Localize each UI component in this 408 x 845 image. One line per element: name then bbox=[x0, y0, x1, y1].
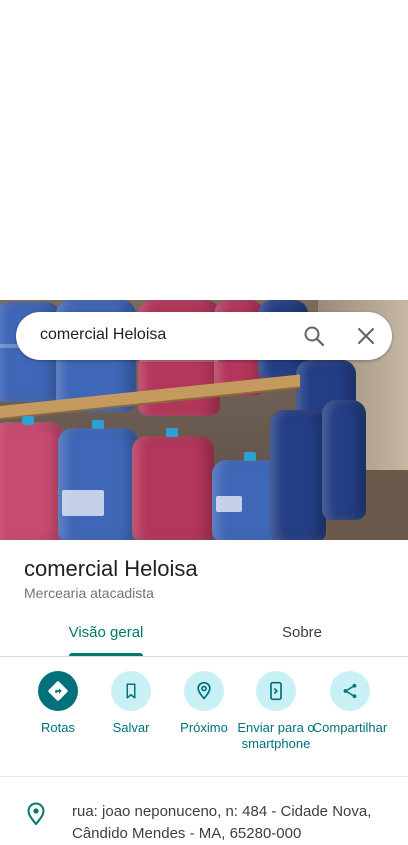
directions-button[interactable]: Rotas bbox=[16, 668, 100, 736]
photo-jug-cap bbox=[244, 452, 256, 461]
photo-jug-label bbox=[62, 490, 104, 516]
photo-jug bbox=[0, 422, 64, 540]
share-icon bbox=[330, 671, 370, 711]
action-bar: Rotas Salvar Próximo Enviar para o smart… bbox=[0, 668, 408, 777]
photo-jug-cap bbox=[166, 428, 178, 437]
map-blank-area bbox=[0, 0, 408, 300]
active-tab-indicator bbox=[69, 653, 143, 656]
photo-jug bbox=[270, 410, 326, 540]
close-icon[interactable] bbox=[354, 324, 378, 348]
address-text[interactable]: rua: joao neponuceno, n: 484 - Cidade No… bbox=[72, 801, 392, 845]
share-label: Compartilhar bbox=[312, 720, 388, 735]
photo-jug-label bbox=[216, 496, 242, 512]
place-category[interactable]: Mercearia atacadista bbox=[24, 585, 154, 601]
share-button[interactable]: Compartilhar bbox=[307, 668, 393, 736]
photo-jug-cap bbox=[92, 420, 104, 429]
search-input[interactable]: comercial Heloisa bbox=[40, 326, 166, 344]
search-bar[interactable]: comercial Heloisa bbox=[16, 312, 392, 360]
bookmark-icon bbox=[111, 671, 151, 711]
directions-label: Rotas bbox=[41, 720, 75, 735]
photo-jug bbox=[322, 400, 366, 520]
send-to-phone-label: Enviar para o smartphone bbox=[237, 720, 315, 751]
save-label: Salvar bbox=[112, 720, 150, 735]
photo-jug-cap bbox=[22, 416, 34, 425]
location-pin-icon bbox=[27, 802, 45, 826]
search-icon[interactable] bbox=[302, 324, 326, 348]
photo-jug bbox=[58, 428, 138, 540]
directions-icon bbox=[38, 671, 78, 711]
nearby-icon bbox=[184, 671, 224, 711]
place-title: comercial Heloisa bbox=[24, 556, 198, 581]
tab-about[interactable]: Sobre bbox=[246, 612, 358, 656]
tab-overview[interactable]: Visão geral bbox=[54, 612, 158, 656]
send-to-phone-icon bbox=[256, 671, 296, 711]
save-button[interactable]: Salvar bbox=[89, 668, 173, 736]
tab-bar: Visão geral Sobre bbox=[0, 612, 408, 657]
photo-jug bbox=[132, 436, 214, 540]
send-to-phone-button[interactable]: Enviar para o smartphone bbox=[234, 668, 318, 752]
